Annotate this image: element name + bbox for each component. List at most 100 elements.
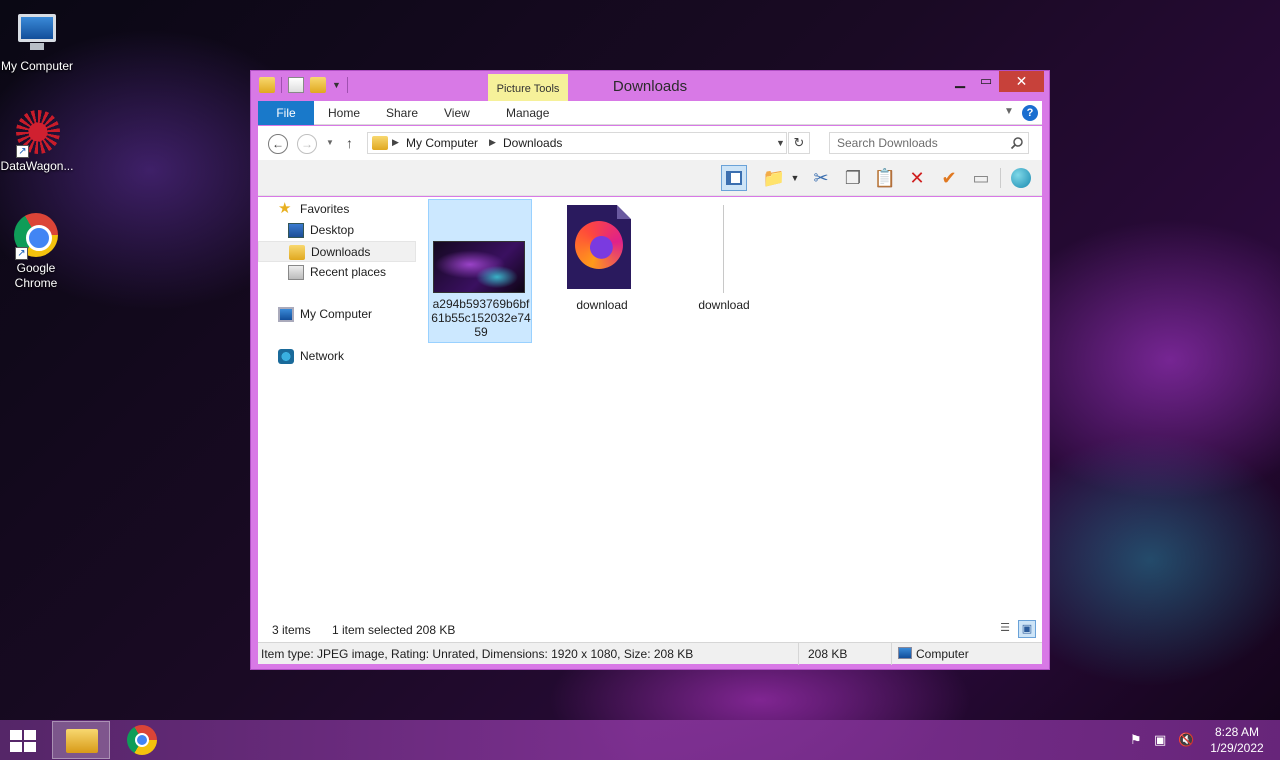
globe-icon [1011,168,1031,188]
maximize-button[interactable]: ▭ [973,71,999,92]
navigation-bar: ← → ▼ ↑ ▶ My Computer ▶ Downloads ▼ ↻ [258,126,1042,160]
taskbar-chrome[interactable] [127,725,157,755]
selection-count: 1 item selected [332,623,413,637]
status-bar: 3 items 1 item selected 208 KB ☰ ▣ [258,616,1042,642]
layout-icon [726,171,742,185]
copy-button[interactable]: ❐ [840,165,866,191]
item-count: 3 items [272,623,311,637]
tab-file[interactable]: File [258,101,314,125]
desktop-icon-label: Google Chrome [14,261,58,290]
tab-share[interactable]: Share [386,101,418,125]
breadcrumb-chevron-icon[interactable]: ▶ [392,137,399,148]
selection-size: 208 KB [416,623,456,637]
item-size: 208 KB [808,647,848,661]
cut-button[interactable]: ✂ [808,165,834,191]
file-item-jpeg[interactable]: a294b593769b6bf61b55c152032e7459 [428,199,532,343]
paste-button[interactable]: 📋 [872,165,898,191]
file-item-blank[interactable]: download [672,199,776,343]
action-center-flag-icon[interactable]: ⚑ [1130,732,1142,748]
rename-button[interactable]: ▭ [968,165,994,191]
file-name: download [698,298,750,312]
tab-manage[interactable]: Manage [506,101,549,125]
recent-places-icon [288,265,304,280]
file-explorer-icon [66,729,98,753]
windows-logo-icon [10,730,22,740]
details-view-button[interactable]: ☰ [996,620,1014,638]
tab-home[interactable]: Home [328,101,360,125]
search-input[interactable] [830,133,1006,153]
downloads-folder-icon [289,245,305,260]
tab-view[interactable]: View [444,101,470,125]
desktop-icon-label: DataWagon... [0,159,74,173]
preview-pane-button[interactable] [721,165,747,191]
nav-item-my-computer[interactable]: My Computer [258,304,416,325]
image-thumbnail [433,241,525,293]
file-item-firefox-installer[interactable]: download [550,199,654,343]
details-bar: Item type: JPEG image, Rating: Unrated, … [258,642,1042,665]
refresh-button[interactable]: ↻ [788,132,810,154]
firefox-icon [567,205,631,289]
back-button[interactable]: ← [268,134,288,154]
computer-icon [278,307,294,322]
search-box [829,132,1029,154]
item-details: Item type: JPEG image, Rating: Unrated, … [261,647,694,661]
breadcrumb-my-computer[interactable]: My Computer [406,136,478,150]
search-icon[interactable] [1010,136,1024,150]
blank-file-icon [718,205,724,293]
ribbon-tabs: File Home Share View Manage ▼ ? [258,101,1042,125]
desktop-icon-google-chrome[interactable]: ↗ Google Chrome [0,212,72,291]
select-button[interactable]: ✔ [936,165,962,191]
expand-ribbon-chevron-icon[interactable]: ▼ [1004,106,1014,117]
start-button[interactable] [10,730,38,752]
star-icon: ★ [278,200,292,217]
computer-icon [898,647,912,659]
shortcut-arrow-icon: ↗ [15,247,28,260]
breadcrumb-downloads[interactable]: Downloads [503,136,562,150]
taskbar: ⚑ ▣ 🔇 8:28 AM 1/29/2022 [0,720,1280,760]
clock-date: 1/29/2022 [1210,741,1264,755]
nav-item-network[interactable]: Network [258,346,416,367]
nav-item-favorites[interactable]: ★ Favorites [258,199,416,220]
chrome-icon: ↗ [13,212,59,260]
nav-item-desktop[interactable]: Desktop [258,220,416,241]
recent-locations-chevron-icon[interactable]: ▼ [326,138,334,147]
network-icon [278,349,294,364]
breadcrumb-chevron-icon[interactable]: ▶ [489,137,496,148]
item-location: Computer [916,647,969,661]
folder-icon [372,136,388,150]
forward-button[interactable]: → [297,134,317,154]
delete-button[interactable]: ✕ [904,165,930,191]
move-to-button[interactable]: 📁 [761,165,787,191]
explorer-window: ▼ Picture Tools Downloads ▁ ▭ ✕ File Hom… [250,70,1050,670]
datawagon-icon: ↗ [14,110,60,158]
file-list: a294b593769b6bf61b55c152032e7459 downloa… [428,197,1042,642]
navigation-pane: ★ Favorites Desktop Downloads Recent pla… [258,197,418,642]
window-title: Downloads [612,78,688,95]
up-button[interactable]: ↑ [346,135,353,151]
title-bar[interactable]: ▼ Picture Tools Downloads ▁ ▭ ✕ [251,71,1049,101]
volume-muted-icon[interactable]: 🔇 [1178,732,1194,748]
shortcut-arrow-icon: ↗ [16,145,29,158]
taskbar-file-explorer[interactable] [52,721,110,759]
network-tray-icon[interactable]: ▣ [1154,732,1166,748]
large-icons-view-button[interactable]: ▣ [1018,620,1036,638]
minimize-button[interactable]: ▁ [947,71,973,92]
address-history-chevron-icon[interactable]: ▼ [776,138,785,148]
computer-icon [14,10,60,56]
desktop-icon-datawagon[interactable]: ↗ DataWagon... [0,110,74,174]
desktop-icon-my-computer[interactable]: My Computer [0,10,74,74]
clock[interactable]: 8:28 AM 1/29/2022 [1200,724,1274,756]
help-icon[interactable]: ? [1022,105,1038,121]
globe-button[interactable] [1008,165,1034,191]
clock-time: 8:28 AM [1214,725,1260,739]
command-toolbar: 📁 ▼ ✂ ❐ 📋 ✕ ✔ ▭ [258,160,1042,196]
desktop-icon [288,223,304,238]
move-to-chevron-icon[interactable]: ▼ [788,165,802,191]
nav-item-recent-places[interactable]: Recent places [258,262,416,283]
file-name: a294b593769b6bf61b55c152032e7459 [431,297,531,339]
nav-item-downloads[interactable]: Downloads [258,241,416,262]
address-bar[interactable]: ▶ My Computer ▶ Downloads ▼ [367,132,787,154]
file-name: download [576,298,628,312]
close-button[interactable]: ✕ [999,71,1044,92]
content-area: ★ Favorites Desktop Downloads Recent pla… [258,197,1042,642]
